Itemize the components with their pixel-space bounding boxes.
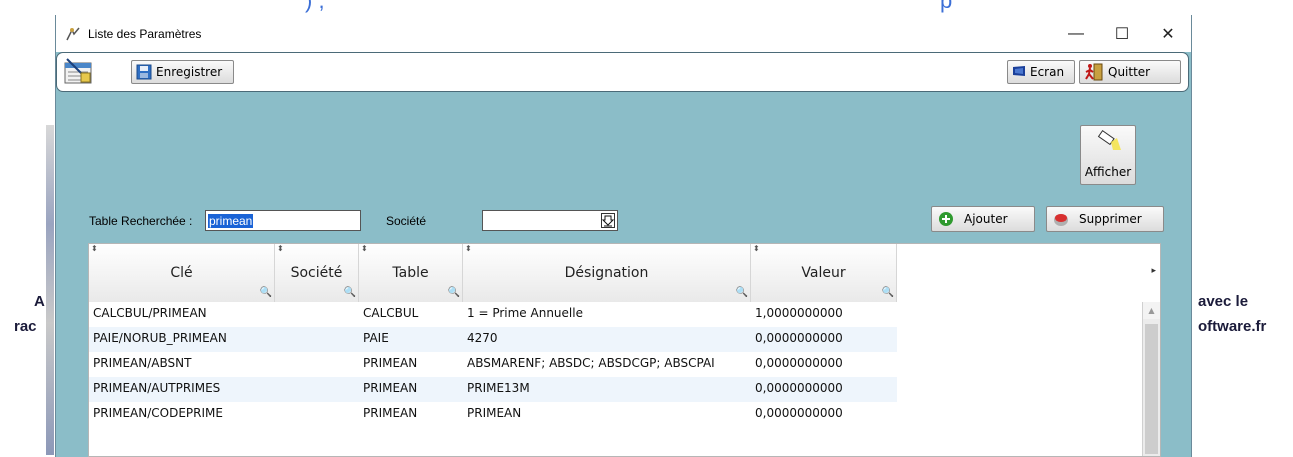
- cell-table: CALCBUL: [363, 306, 419, 320]
- table-search-label: Table Recherchée :: [89, 214, 193, 228]
- ecran-button[interactable]: Ecran: [1007, 60, 1075, 84]
- floppy-disk-icon: [136, 64, 152, 80]
- background-heading: p: [940, 0, 953, 13]
- cell-designation: ABSMARENF; ABSDC; ABSDCGP; ABSCPAI: [467, 356, 715, 370]
- sort-icon: ⬍: [277, 244, 284, 253]
- afficher-button-label: Afficher: [1084, 165, 1132, 179]
- cell-table: PRIMEAN: [363, 356, 418, 370]
- scroll-up-arrow-icon[interactable]: ▲: [1143, 302, 1160, 319]
- afficher-button[interactable]: Afficher: [1080, 125, 1136, 185]
- search-icon[interactable]: 🔍: [736, 287, 748, 298]
- cell-designation: 1 = Prime Annuelle: [467, 306, 583, 320]
- cell-cle: PRIMEAN/AUTPRIMES: [93, 381, 221, 395]
- cell-table: PRIMEAN: [363, 406, 418, 420]
- societe-label: Société: [386, 214, 427, 228]
- table-row[interactable]: PAIE/NORUB_PRIMEAN PAIE 4270 0,0000000000: [89, 327, 897, 352]
- cell-table: PAIE: [363, 331, 389, 345]
- save-button-label: Enregistrer: [156, 65, 223, 79]
- delete-icon: [1054, 214, 1068, 226]
- background-text: A: [34, 293, 45, 310]
- parameters-window: Liste des Paramètres — ☐ ✕ Enregistrer E…: [55, 15, 1192, 457]
- column-header-table[interactable]: ⬍ Table 🔍: [359, 244, 463, 302]
- cell-valeur: 1,0000000000: [755, 306, 843, 320]
- cell-cle: PRIMEAN/ABSNT: [93, 356, 192, 370]
- delete-button[interactable]: Supprimer: [1046, 206, 1164, 232]
- background-text: oftware.fr: [1198, 318, 1267, 335]
- sort-icon: ⬍: [361, 244, 368, 253]
- parameters-list-icon: [64, 58, 92, 84]
- cell-valeur: 0,0000000000: [755, 406, 843, 420]
- screen-icon: [1013, 66, 1025, 76]
- column-header-designation[interactable]: ⬍ Désignation 🔍: [463, 244, 751, 302]
- cell-valeur: 0,0000000000: [755, 381, 843, 395]
- sort-icon: ⬍: [465, 244, 472, 253]
- sort-icon: ⬍: [91, 244, 98, 253]
- cell-valeur: 0,0000000000: [755, 331, 843, 345]
- cell-designation: 4270: [467, 331, 498, 345]
- flashlight-icon: [1097, 130, 1121, 150]
- cell-cle: PAIE/NORUB_PRIMEAN: [93, 331, 227, 345]
- cell-societe: [275, 352, 359, 377]
- delete-button-label: Supprimer: [1079, 212, 1142, 226]
- background-heading: ) ,: [305, 0, 325, 13]
- save-button[interactable]: Enregistrer: [131, 60, 234, 84]
- quit-button[interactable]: Quitter: [1079, 60, 1181, 84]
- sort-icon: ⬍: [753, 244, 760, 253]
- vertical-scrollbar[interactable]: ▲: [1142, 302, 1160, 456]
- table-row[interactable]: PRIMEAN/AUTPRIMES PRIMEAN PRIME13M 0,000000…: [89, 377, 897, 402]
- plus-circle-icon: [939, 212, 953, 226]
- societe-field[interactable]: [482, 210, 618, 231]
- cell-designation: PRIMEAN: [467, 406, 522, 420]
- search-icon[interactable]: 🔍: [448, 287, 460, 298]
- app-icon: [66, 27, 80, 40]
- minimize-button[interactable]: —: [1053, 15, 1099, 52]
- cell-societe: [275, 327, 359, 352]
- add-button-label: Ajouter: [964, 212, 1008, 226]
- quit-button-label: Quitter: [1108, 65, 1151, 79]
- table-row[interactable]: PRIMEAN/ABSNT PRIMEAN ABSMARENF; ABSDC; AB…: [89, 352, 897, 377]
- add-button[interactable]: Ajouter: [931, 206, 1035, 232]
- dropdown-arrow-icon[interactable]: [601, 213, 615, 228]
- cell-valeur: 0,0000000000: [755, 356, 843, 370]
- search-icon[interactable]: 🔍: [882, 287, 894, 298]
- cell-societe: [275, 377, 359, 402]
- toolbar: Enregistrer Ecran Quitter: [56, 52, 1189, 92]
- background-text: rac: [14, 318, 37, 335]
- exit-door-icon: [1085, 63, 1103, 81]
- table-row[interactable]: CALCBUL/PRIMEAN CALCBUL 1 = Prime Annuelle…: [89, 302, 897, 327]
- background-image-strip: [46, 125, 54, 455]
- cell-designation: PRIME13M: [467, 381, 530, 395]
- cell-cle: CALCBUL/PRIMEAN: [93, 306, 207, 320]
- maximize-button[interactable]: ☐: [1099, 15, 1145, 52]
- table-header: ⬍ Clé 🔍 ⬍ Société 🔍 ⬍ Table 🔍 ⬍ Désignat…: [89, 244, 897, 303]
- table-row[interactable]: PRIMEAN/CODEPRIME PRIMEAN PRIMEAN 0,0000000…: [89, 402, 897, 427]
- ecran-button-label: Ecran: [1030, 65, 1065, 79]
- scrollbar-thumb[interactable]: [1145, 324, 1158, 454]
- column-header-societe[interactable]: ⬍ Société 🔍: [275, 244, 359, 302]
- background-text: avec le: [1198, 293, 1249, 310]
- column-header-valeur[interactable]: ⬍ Valeur 🔍: [751, 244, 897, 302]
- search-icon[interactable]: 🔍: [260, 287, 272, 298]
- column-header-cle[interactable]: ⬍ Clé 🔍: [89, 244, 275, 302]
- more-columns-arrow-icon[interactable]: ▸: [1151, 266, 1156, 276]
- cell-table: PRIMEAN: [363, 381, 418, 395]
- cell-societe: [275, 402, 359, 427]
- cell-societe: [275, 302, 359, 327]
- window-title: Liste des Paramètres: [88, 26, 202, 41]
- table-search-field[interactable]: primean: [205, 210, 361, 231]
- title-bar: Liste des Paramètres — ☐ ✕: [56, 15, 1191, 52]
- close-button[interactable]: ✕: [1145, 15, 1191, 52]
- search-icon[interactable]: 🔍: [344, 287, 356, 298]
- table-search-value: primean: [208, 214, 254, 228]
- cell-cle: PRIMEAN/CODEPRIME: [93, 406, 223, 420]
- parameters-table: ⬍ Clé 🔍 ⬍ Société 🔍 ⬍ Table 🔍 ⬍ Désignat…: [88, 243, 1161, 457]
